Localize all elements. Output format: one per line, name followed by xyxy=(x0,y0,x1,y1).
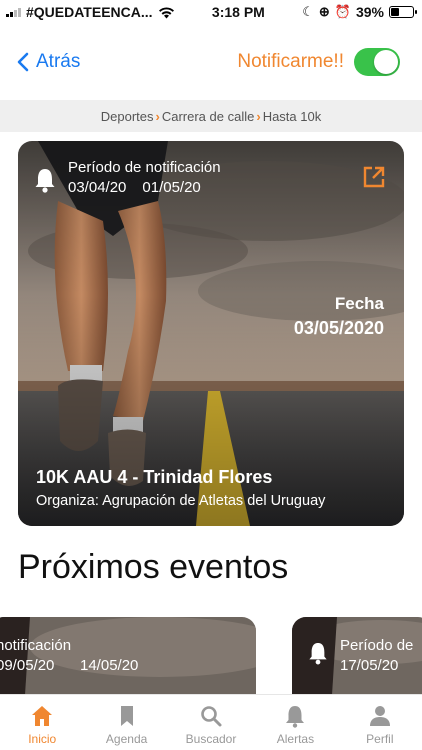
notify-control: Notificarme!! xyxy=(237,48,400,76)
status-left: #QUEDATEENCA... xyxy=(6,4,175,20)
back-button[interactable]: Atrás xyxy=(16,51,80,73)
tab-perfil[interactable]: Perfil xyxy=(338,695,422,750)
tab-alertas[interactable]: Alertas xyxy=(253,695,337,750)
breadcrumb-item-carrera[interactable]: Carrera de calle xyxy=(162,109,255,124)
tab-buscador[interactable]: Buscador xyxy=(169,695,253,750)
battery-icon xyxy=(389,6,417,18)
chevron-left-icon xyxy=(17,52,29,72)
signal-icon xyxy=(6,7,21,17)
back-label: Atrás xyxy=(36,51,81,72)
notification-period-label: Período de notificación xyxy=(68,159,221,176)
bell-icon xyxy=(35,169,55,193)
event-title: 10K AAU 4 - Trinidad Flores xyxy=(36,467,273,487)
featured-event-card[interactable]: Período de notificación 03/04/20 01/05/2… xyxy=(18,141,404,526)
status-right: ☾ ⊕ ⏰ 39% xyxy=(302,4,417,20)
event-date: Fecha 03/05/2020 xyxy=(294,293,384,340)
tab-label: Buscador xyxy=(185,732,237,746)
status-bar: #QUEDATEENCA... 3:18 PM ☾ ⊕ ⏰ 39% xyxy=(0,0,422,24)
notification-end-date: 01/05/20 xyxy=(142,179,201,196)
moon-icon: ☾ xyxy=(302,4,314,19)
notify-label: Notificarme!! xyxy=(237,51,344,72)
bell-icon xyxy=(309,643,327,665)
wifi-icon xyxy=(158,6,174,18)
event-date-value: 03/05/2020 xyxy=(293,317,384,338)
user-icon xyxy=(369,706,390,726)
tab-agenda[interactable]: Agenda xyxy=(84,695,168,750)
upcoming-event-card[interactable]: Período de 17/05/20 xyxy=(292,617,422,695)
upcoming-events-title: Próximos eventos xyxy=(18,548,289,586)
tab-label: Inicio xyxy=(28,732,57,746)
notification-start-date: 03/04/20 xyxy=(68,179,127,196)
orientation-lock-icon: ⊕ xyxy=(318,4,330,19)
upcoming-event-card[interactable]: notificación 09/05/20 14/05/20 xyxy=(0,617,256,695)
search-icon xyxy=(201,706,222,727)
upcoming-end-date: 14/05/20 xyxy=(80,657,139,674)
bell-icon xyxy=(286,706,305,728)
notification-period: Período de notificación 03/04/20 01/05/2… xyxy=(34,159,221,196)
bookmark-icon xyxy=(120,706,133,726)
tab-label: Perfil xyxy=(366,732,394,746)
notify-toggle[interactable] xyxy=(354,48,400,76)
breadcrumb-item-deportes[interactable]: Deportes xyxy=(101,109,154,124)
upcoming-notification-label: notificación xyxy=(0,637,72,654)
status-time: 3:18 PM xyxy=(211,4,265,20)
toggle-knob xyxy=(374,50,398,74)
home-icon xyxy=(32,706,53,726)
breadcrumb-separator-icon: › xyxy=(256,108,261,124)
event-organizer: Organiza: Agrupación de Atletas del Urug… xyxy=(36,493,326,509)
upcoming-start-date: 17/05/20 xyxy=(340,657,399,674)
event-date-label: Fecha xyxy=(334,294,384,313)
alarm-icon: ⏰ xyxy=(334,4,351,19)
runner-photo xyxy=(0,617,256,695)
battery-percent: 39% xyxy=(355,4,384,20)
navigation-bar: Atrás Notificarme!! xyxy=(0,24,422,100)
breadcrumb-separator-icon: › xyxy=(155,108,160,124)
tab-inicio[interactable]: Inicio xyxy=(0,695,84,750)
upcoming-start-date: 09/05/20 xyxy=(0,657,55,674)
open-external-icon[interactable] xyxy=(362,165,386,189)
tab-label: Agenda xyxy=(105,732,148,746)
upcoming-notification-label: Período de xyxy=(340,637,414,654)
carrier-name: #QUEDATEENCA... xyxy=(26,4,153,20)
tab-bar: Inicio Agenda Buscador Alertas Perfil xyxy=(0,694,422,750)
breadcrumb: Deportes › Carrera de calle › Hasta 10k xyxy=(0,100,422,132)
breadcrumb-item-hasta10k[interactable]: Hasta 10k xyxy=(263,109,322,124)
tab-label: Alertas xyxy=(276,732,315,746)
